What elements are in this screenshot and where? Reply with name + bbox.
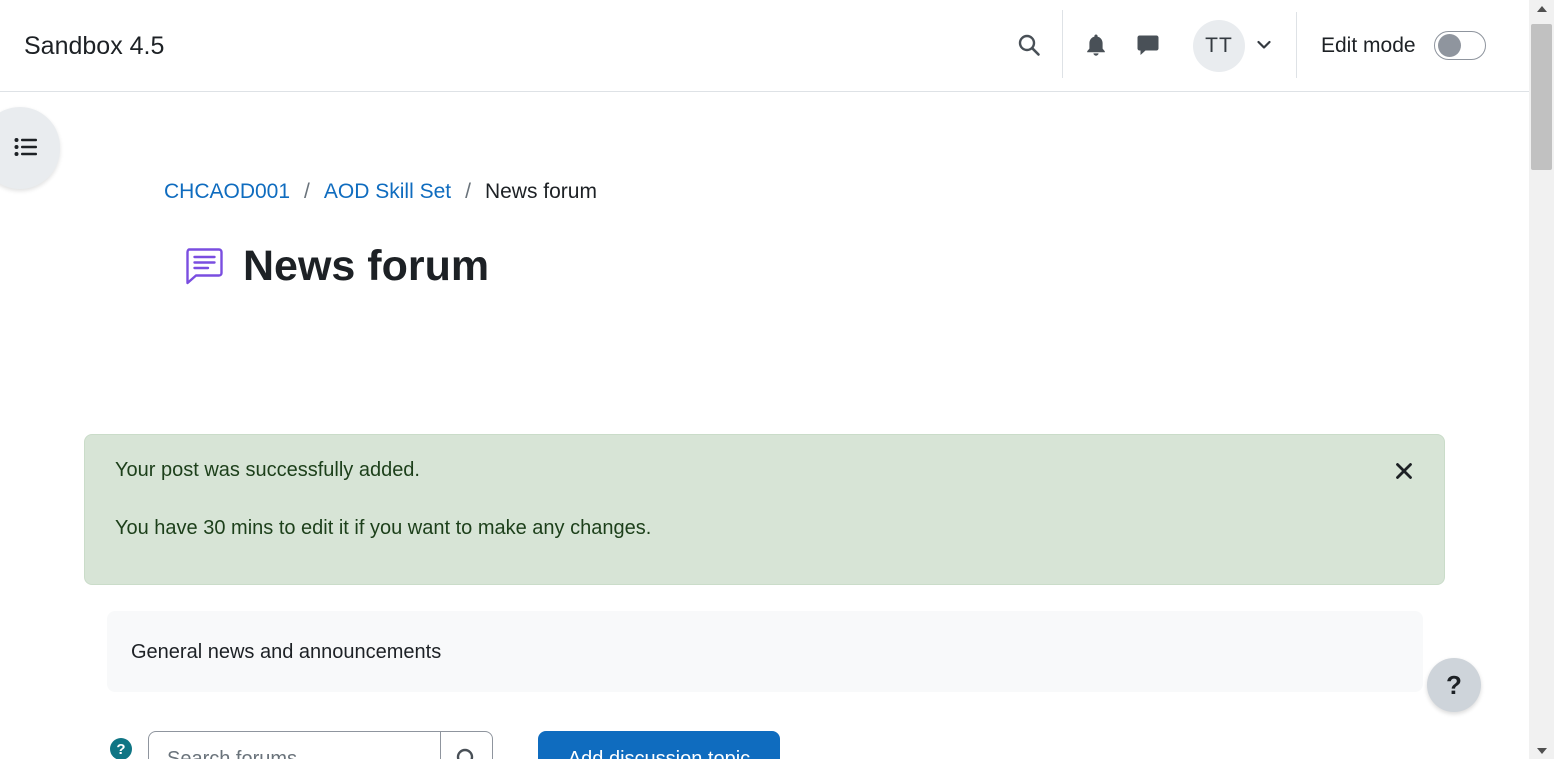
toggle-knob xyxy=(1438,34,1461,57)
breadcrumb-separator: / xyxy=(304,180,310,203)
breadcrumb-separator: / xyxy=(465,180,471,203)
notifications-button[interactable] xyxy=(1078,28,1114,62)
breadcrumb: CHCAOD001 / AOD Skill Set / News forum xyxy=(164,178,597,206)
search-submit-button[interactable] xyxy=(440,732,493,759)
bell-icon xyxy=(1087,34,1105,56)
search-icon xyxy=(1018,34,1040,56)
breadcrumb-item-current: News forum xyxy=(484,180,597,203)
forum-icon xyxy=(186,248,223,285)
forum-intro: General news and announcements xyxy=(107,611,1423,692)
chevron-down-icon xyxy=(1257,40,1271,49)
user-avatar[interactable]: TT xyxy=(1193,20,1245,72)
edit-mode-toggle[interactable] xyxy=(1434,31,1486,60)
scroll-down-arrow[interactable] xyxy=(1529,742,1554,759)
breadcrumb-item-course[interactable]: CHCAOD001 xyxy=(164,178,290,206)
scrollbar-thumb[interactable] xyxy=(1531,24,1552,170)
messages-button[interactable] xyxy=(1130,28,1166,62)
forum-search xyxy=(148,731,493,759)
page: Sandbox 4.5 TT Edit mode CHCAOD001 / AOD… xyxy=(0,0,1554,759)
page-title: News forum xyxy=(243,242,490,290)
close-icon[interactable] xyxy=(1394,461,1414,481)
alert-edit-notice: You have 30 mins to edit it if you want … xyxy=(115,517,652,539)
user-menu-toggle[interactable] xyxy=(1252,32,1276,58)
top-navbar: Sandbox 4.5 TT Edit mode xyxy=(0,0,1529,92)
breadcrumb-item-section[interactable]: AOD Skill Set xyxy=(324,178,451,206)
triangle-up-icon xyxy=(1536,5,1547,12)
triangle-down-icon xyxy=(1536,747,1547,754)
help-float-button[interactable]: ? xyxy=(1427,658,1481,712)
forum-description: General news and announcements xyxy=(131,641,442,663)
course-index-toggle[interactable] xyxy=(0,107,60,189)
navbar-divider xyxy=(1062,10,1063,78)
search-help-icon[interactable]: ? xyxy=(110,738,132,759)
site-name[interactable]: Sandbox 4.5 xyxy=(24,30,164,62)
search-forums-input[interactable] xyxy=(149,732,440,759)
success-alert: Your post was successfully added. You ha… xyxy=(84,434,1445,585)
edit-mode-label: Edit mode xyxy=(1321,34,1416,57)
scroll-up-arrow[interactable] xyxy=(1529,0,1554,17)
alert-message: Your post was successfully added. xyxy=(115,459,420,481)
list-icon xyxy=(14,138,37,156)
search-icon xyxy=(456,748,474,759)
search-button[interactable] xyxy=(1010,28,1048,62)
add-discussion-topic-button[interactable]: Add discussion topic xyxy=(538,731,780,759)
page-scrollbar[interactable] xyxy=(1529,0,1554,759)
navbar-divider xyxy=(1296,12,1297,78)
chat-bubble-icon xyxy=(1137,35,1159,55)
